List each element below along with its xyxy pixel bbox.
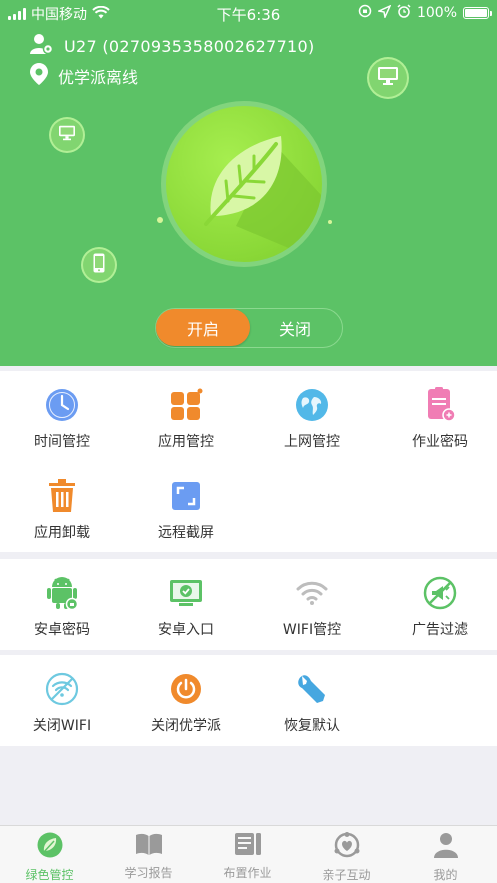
- grid-item-wifi-control[interactable]: WIFI管控: [250, 575, 374, 639]
- grid-item-label: 恢复默认: [284, 718, 340, 734]
- control-toggle: 开启 关闭: [155, 308, 343, 348]
- grid-item-label: 关闭优学派: [151, 718, 221, 734]
- emblem-circle: [166, 106, 322, 262]
- grid-item-label: 作业密码: [412, 434, 468, 450]
- battery-percent: 100%: [416, 5, 457, 21]
- device-user-label: U27 (0270935358002627710): [64, 36, 315, 56]
- grid-item-android-entry[interactable]: 安卓入口: [124, 575, 248, 639]
- toggle-off-button[interactable]: 关闭: [248, 309, 342, 346]
- computer-bubble: [49, 117, 85, 153]
- alarm-icon: [397, 4, 411, 22]
- grid-item-time-control[interactable]: 时间管控: [0, 387, 124, 451]
- grid-item-label: 应用管控: [158, 434, 214, 450]
- heart-interaction-icon: [333, 832, 361, 862]
- grid-item-close-youxuepai[interactable]: 关闭优学派: [124, 671, 248, 735]
- device-user-row[interactable]: U27 (0270935358002627710): [30, 33, 315, 59]
- device-status-label: 优学派离线: [58, 68, 139, 87]
- tab-parent-child[interactable]: 亲子互动: [297, 826, 396, 883]
- green-control-emblem: [161, 101, 327, 267]
- power-icon: [168, 671, 204, 707]
- wifi-icon: [294, 575, 330, 611]
- globe-icon: [294, 387, 330, 423]
- leaf-icon: [204, 136, 322, 262]
- desktop-monitor-bubble: [367, 57, 409, 99]
- grid-item-label: 关闭WIFI: [32, 718, 92, 734]
- grid-item-app-uninstall[interactable]: 应用卸载: [0, 478, 124, 542]
- tab-study-report[interactable]: 学习报告: [99, 826, 198, 883]
- sparkle-dot: [157, 217, 163, 223]
- location-pin-icon: [30, 63, 48, 89]
- screenshot-icon: [168, 478, 204, 514]
- phone-bubble: [81, 247, 117, 283]
- grid-item-label: 应用卸载: [34, 525, 90, 541]
- grid-item-label: 广告过滤: [412, 622, 468, 638]
- tab-label: 亲子互动: [322, 868, 371, 882]
- tab-label: 学习报告: [124, 866, 173, 880]
- wifi-off-icon: [44, 671, 80, 707]
- tab-green-control[interactable]: 绿色管控: [0, 826, 99, 883]
- status-bar: 中国移动 下午6:36 100%: [0, 0, 497, 26]
- monitor-icon: [377, 66, 399, 90]
- android-lock-icon: [44, 575, 80, 611]
- homework-password-icon: [422, 387, 458, 423]
- location-arrow-icon: [376, 3, 392, 22]
- bottom-tab-bar: 绿色管控 学习报告 布置作业 亲子互动 我的: [0, 825, 497, 883]
- grid-item-label: 上网管控: [284, 434, 340, 450]
- phone-icon: [93, 253, 105, 277]
- wrench-icon: [294, 671, 330, 707]
- grid-item-label: 安卓入口: [158, 622, 214, 638]
- battery-icon: [463, 7, 492, 19]
- book-icon: [135, 832, 163, 860]
- grid-item-label: 安卓密码: [34, 622, 90, 638]
- sparkle-dot: [328, 220, 332, 224]
- grid-item-homework-password[interactable]: 作业密码: [378, 387, 497, 451]
- toggle-on-button[interactable]: 开启: [156, 309, 250, 346]
- tab-label: 我的: [433, 868, 458, 882]
- grid-item-restore-default[interactable]: 恢复默认: [250, 671, 374, 735]
- tab-assign-homework[interactable]: 布置作业: [198, 826, 297, 883]
- ad-block-icon: [422, 575, 458, 611]
- tab-mine[interactable]: 我的: [396, 826, 495, 883]
- grid-item-wifi-off[interactable]: 关闭WIFI: [0, 671, 124, 735]
- clock-icon: [44, 387, 80, 423]
- control-grid-system: 关闭WIFI 关闭优学派 恢复默认: [0, 655, 497, 746]
- grid-item-android-password[interactable]: 安卓密码: [0, 575, 124, 639]
- profile-icon: [433, 832, 459, 862]
- grid-item-label: 远程截屏: [158, 525, 214, 541]
- rotation-lock-icon: [358, 4, 372, 22]
- tab-label: 绿色管控: [25, 868, 74, 882]
- grid-item-app-control[interactable]: 应用管控: [124, 387, 248, 451]
- apps-icon: [168, 387, 204, 423]
- control-grid-android: 安卓密码 安卓入口 WIFI管控 广告过滤: [0, 559, 497, 650]
- grid-item-label: WIFI管控: [282, 622, 342, 638]
- grid-item-remote-screenshot[interactable]: 远程截屏: [124, 478, 248, 542]
- trash-icon: [44, 478, 80, 514]
- leaf-icon: [37, 832, 63, 862]
- assignment-icon: [234, 832, 262, 860]
- control-header: 中国移动 下午6:36 100% U27 (027093535800262771…: [0, 0, 497, 366]
- grid-item-internet-control[interactable]: 上网管控: [250, 387, 374, 451]
- monitor-icon: [58, 125, 76, 145]
- user-settings-icon: [30, 33, 54, 59]
- grid-item-ad-filter[interactable]: 广告过滤: [378, 575, 497, 639]
- device-location-row: 优学派离线: [30, 63, 138, 89]
- tab-label: 布置作业: [223, 866, 272, 880]
- android-entry-icon: [168, 575, 204, 611]
- control-grid-main: 时间管控 应用管控 上网管控 作业密码 应用卸载 远程截屏: [0, 371, 497, 552]
- grid-item-label: 时间管控: [34, 434, 90, 450]
